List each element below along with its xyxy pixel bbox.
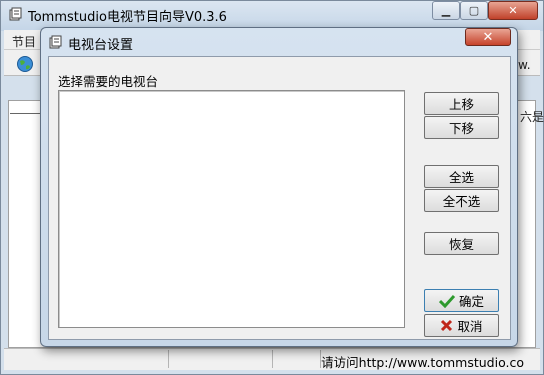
maximize-button[interactable]: ▢ [460,1,488,20]
move-up-button[interactable]: 上移 [424,92,499,115]
cross-icon [441,319,453,332]
cancel-label: 取消 [457,319,483,334]
move-up-label: 上移 [448,97,474,112]
minimize-icon: ▁ [441,4,451,17]
select-all-button[interactable]: 全选 [424,165,499,188]
station-list-label: 选择需要的电视台 [58,74,159,89]
content-peek-text: 六是 [520,110,544,124]
main-close-button[interactable]: ✕ [488,1,538,20]
close-icon: ✕ [482,29,494,45]
ok-button[interactable]: 确定 [424,289,499,312]
checkmark-icon [438,294,455,308]
dialog-title: 电视台设置 [68,38,134,53]
status-text: 请访问http://www.tommstudio.co [321,355,524,370]
restore-label: 恢复 [448,237,474,252]
cancel-button[interactable]: 取消 [424,314,499,337]
app-icon [49,35,62,49]
main-window-title: Tommstudio电视节目向导V0.3.6 [28,10,227,25]
status-divider [272,350,273,368]
move-down-button[interactable]: 下移 [424,116,499,139]
content-divider [10,113,40,114]
select-all-label: 全选 [448,170,474,185]
select-none-label: 全不选 [442,194,481,209]
maximize-icon: ▢ [468,4,480,17]
ok-label: 确定 [458,294,484,309]
close-icon: ✕ [508,4,518,17]
app-icon [9,7,22,21]
globe-icon[interactable] [16,55,34,73]
move-down-label: 下移 [448,121,474,136]
toolbar-peek-text: w. [518,58,531,72]
restore-button[interactable]: 恢复 [424,232,499,255]
select-none-button[interactable]: 全不选 [424,189,499,212]
dialog-close-button[interactable]: ✕ [465,28,511,46]
minimize-button[interactable]: ▁ [432,1,460,20]
station-listbox[interactable] [58,90,405,328]
status-divider [168,350,169,368]
menu-item-programs[interactable]: 节目 [12,33,36,50]
